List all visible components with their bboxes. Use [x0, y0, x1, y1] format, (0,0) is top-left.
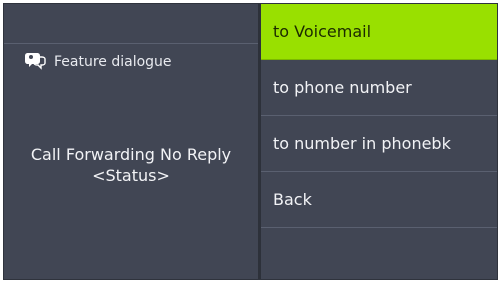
- menu-item-back[interactable]: Back: [261, 172, 497, 228]
- menu-item-to-number-in-phonebook[interactable]: to number in phonebk: [261, 116, 497, 172]
- feature-dialogue-label: Feature dialogue: [54, 54, 172, 70]
- menu-item-empty: [261, 228, 497, 279]
- phone-display: Feature dialogue Call Forwarding No Repl…: [3, 3, 498, 280]
- menu-item-to-phone-number[interactable]: to phone number: [261, 60, 497, 116]
- left-info-panel: Feature dialogue Call Forwarding No Repl…: [4, 4, 258, 279]
- feature-dialogue-row: Feature dialogue: [22, 52, 172, 72]
- status-title: Call Forwarding No Reply: [30, 145, 232, 164]
- menu-item-label: Back: [273, 190, 312, 209]
- call-forwarding-status: Call Forwarding No Reply <Status>: [4, 144, 258, 186]
- menu-item-label: to number in phonebk: [273, 134, 451, 153]
- status-value: <Status>: [92, 166, 170, 185]
- menu-item-label: to phone number: [273, 78, 412, 97]
- forwarding-menu: to Voicemail to phone number to number i…: [261, 4, 497, 279]
- menu-item-label: to Voicemail: [273, 22, 372, 41]
- menu-item-to-voicemail[interactable]: to Voicemail: [261, 4, 497, 60]
- feature-dialogue-icon: [22, 52, 46, 72]
- left-top-divider: [4, 43, 258, 44]
